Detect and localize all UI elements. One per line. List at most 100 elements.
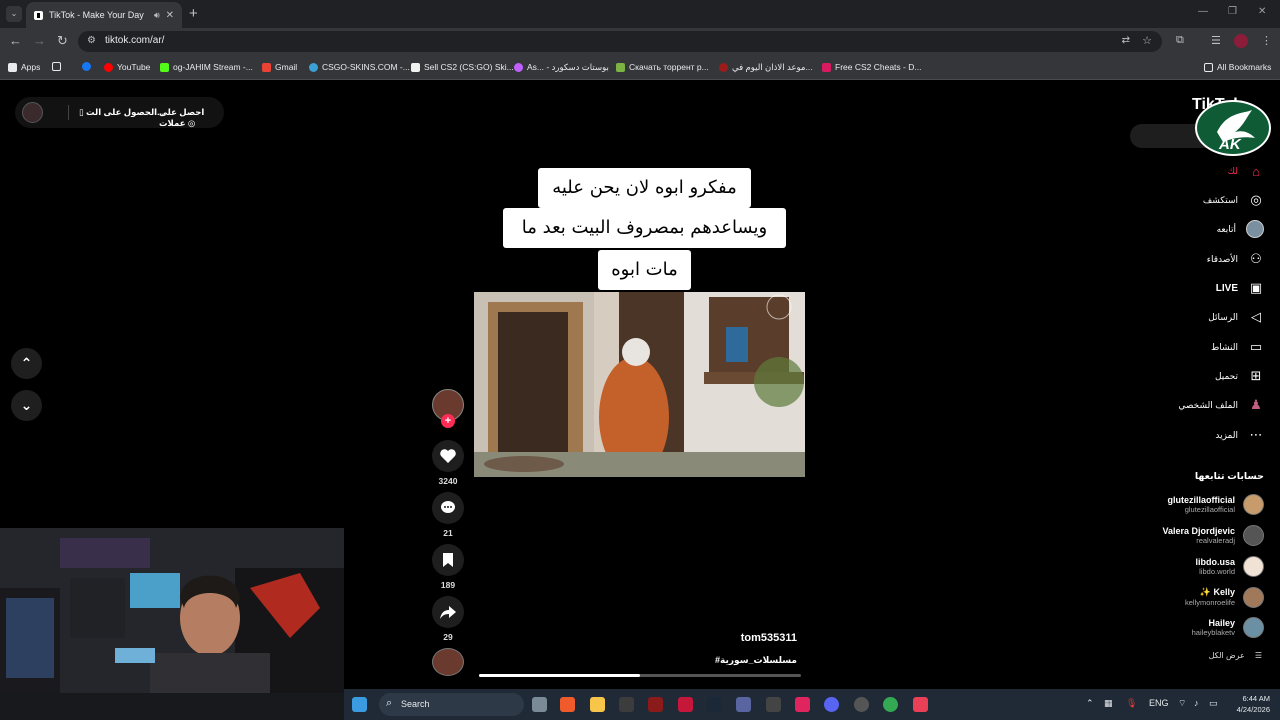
- previous-video-button[interactable]: ⌃: [11, 348, 42, 379]
- avatar: [1243, 524, 1264, 546]
- bookmark-csgo-skins[interactable]: CSGO-SKINS.COM -...: [309, 62, 410, 72]
- discord-icon[interactable]: [824, 697, 839, 712]
- brave-icon[interactable]: [560, 697, 575, 712]
- following-account[interactable]: glutezillaofficial glutezillaofficial: [1167, 492, 1264, 516]
- see-all-link[interactable]: عرض الكل ☰: [1209, 651, 1262, 660]
- nav-activity[interactable]: النشاط ▭: [1211, 337, 1264, 357]
- browser-menu-icon[interactable]: ⋮: [1261, 34, 1272, 47]
- extensions-icon[interactable]: ⧉: [1176, 34, 1184, 47]
- apps-grid-icon: [8, 62, 17, 72]
- taskbar-search[interactable]: ⌕ Search: [379, 693, 524, 716]
- app-a-icon[interactable]: [795, 697, 810, 712]
- avatar: [1243, 555, 1264, 577]
- get-app-link[interactable]: ▯ الحصول على الت...: [79, 107, 164, 118]
- live-icon: ▣: [1249, 280, 1263, 295]
- nav-friends[interactable]: الأصدقاء ⚇: [1207, 249, 1264, 269]
- avatar: [1243, 493, 1264, 515]
- nav-for-you[interactable]: لك ⌂: [1228, 161, 1264, 181]
- bookmark-sell-cs2[interactable]: Sell CS2 (CS:GO) Ski...: [411, 62, 514, 72]
- close-tab-icon[interactable]: ✕: [166, 10, 174, 21]
- bookmark-youtube[interactable]: YouTube: [104, 62, 150, 72]
- nav-more[interactable]: المزيد ⋯: [1215, 425, 1264, 445]
- bookmark-grid[interactable]: [52, 62, 61, 71]
- like-button[interactable]: [432, 440, 464, 472]
- system-clock[interactable]: 6:44 AM 4/24/2026: [1237, 693, 1270, 715]
- get-coins-link[interactable]: احصل على عملات ◎: [159, 107, 224, 129]
- video-username[interactable]: tom535311: [741, 632, 797, 644]
- music-disc-avatar[interactable]: [432, 648, 464, 676]
- restore-icon[interactable]: ❐: [1228, 6, 1237, 17]
- bookmark-prayer-times[interactable]: موعد الاذان اليوم في...: [719, 62, 813, 73]
- bookmark-gmail[interactable]: Gmail: [262, 62, 297, 72]
- bookmark-apps[interactable]: Apps: [8, 62, 40, 72]
- tab-search-button[interactable]: ⌄: [6, 6, 22, 22]
- bookmark-kick[interactable]: og-JAHIM Stream -...: [160, 62, 253, 72]
- forward-icon[interactable]: →: [33, 34, 46, 48]
- next-video-button[interactable]: ⌄: [11, 390, 42, 421]
- app-red-icon[interactable]: [678, 697, 693, 712]
- app-g-icon[interactable]: [619, 697, 634, 712]
- nav-profile[interactable]: الملف الشخصي ♟: [1178, 395, 1264, 415]
- clock-date: 4/24/2026: [1236, 705, 1270, 714]
- bookmark-cs2-cheats[interactable]: Free CS2 Cheats - D...: [822, 62, 921, 72]
- bookmark-discord-posts[interactable]: As... - بوستات دسكورد: [514, 62, 609, 73]
- browser-tab[interactable]: TikTok - Make Your Day 🔊︎ ✕: [26, 2, 182, 28]
- app-circle-icon[interactable]: [854, 697, 869, 712]
- file-explorer-icon[interactable]: [590, 697, 605, 712]
- battery-icon[interactable]: ▭: [1209, 698, 1218, 709]
- bookmark-facebook[interactable]: [82, 62, 91, 71]
- share-button[interactable]: [432, 596, 464, 628]
- nav-following[interactable]: أتابعه: [1217, 219, 1264, 239]
- search-icon: ⌕: [386, 697, 393, 709]
- site-info-icon[interactable]: ⚙: [87, 35, 96, 46]
- microphone-icon[interactable]: 🎙︎: [1126, 698, 1137, 709]
- wifi-icon[interactable]: ⌔: [1178, 698, 1186, 709]
- address-bar[interactable]: ⚙ tiktok.com/ar/ ⇄ ☆: [78, 31, 1162, 52]
- steam-icon[interactable]: [707, 697, 722, 712]
- reading-list-icon[interactable]: ☰: [1211, 34, 1221, 47]
- following-avatar-icon: [1246, 220, 1264, 238]
- grid-icon: [52, 62, 61, 71]
- nav-explore[interactable]: استكشف ◎: [1203, 190, 1264, 210]
- user-avatar[interactable]: [22, 102, 43, 123]
- reload-icon[interactable]: ↻: [57, 34, 68, 48]
- video-player[interactable]: [474, 292, 805, 477]
- home-icon: ⌂: [1252, 163, 1260, 179]
- language-indicator[interactable]: ENG: [1149, 698, 1169, 708]
- app-gear-icon[interactable]: [766, 697, 781, 712]
- translate-icon[interactable]: ⇄: [1122, 35, 1130, 46]
- nav-live[interactable]: LIVE ▣: [1216, 278, 1264, 298]
- back-icon[interactable]: ←: [9, 34, 22, 48]
- app-blue-icon[interactable]: [736, 697, 751, 712]
- chrome-icon[interactable]: [883, 697, 898, 712]
- all-bookmarks[interactable]: All Bookmarks: [1204, 62, 1271, 72]
- task-view-icon[interactable]: [532, 697, 547, 712]
- new-tab-button[interactable]: +: [189, 5, 198, 22]
- follow-plus-button[interactable]: +: [441, 414, 455, 428]
- comment-button[interactable]: [432, 492, 464, 524]
- bookmark-torrent[interactable]: Скачать торрент р...: [616, 62, 709, 72]
- following-account[interactable]: libdo.usa libdo.world: [1195, 554, 1264, 578]
- close-window-icon[interactable]: ✕: [1258, 6, 1266, 17]
- start-icon[interactable]: [352, 697, 367, 712]
- video-progress-bar[interactable]: [479, 674, 801, 677]
- app-pink-icon[interactable]: [913, 697, 928, 712]
- profile-avatar[interactable]: [1234, 34, 1248, 48]
- nav-messages[interactable]: الرسائل ◁: [1208, 307, 1264, 327]
- tray-chevron-icon[interactable]: ⌃: [1086, 698, 1094, 709]
- following-account[interactable]: Hailey haileyblaketv: [1192, 615, 1264, 639]
- bookmark-star-icon[interactable]: ☆: [1142, 34, 1152, 47]
- video-hashtag[interactable]: #مسلسلات_سورية: [715, 655, 797, 666]
- volume-icon[interactable]: ♪: [1194, 698, 1199, 708]
- following-account[interactable]: Valera Djordjevic realvaleradj: [1162, 523, 1264, 547]
- minimize-icon[interactable]: —: [1198, 6, 1208, 17]
- save-button[interactable]: [432, 544, 464, 576]
- heart-icon: [440, 449, 456, 463]
- nav-upload[interactable]: تحميل ⊞: [1215, 366, 1264, 386]
- comment-icon: [441, 501, 455, 513]
- csgo-skins-icon: [309, 62, 318, 72]
- speaker-icon[interactable]: 🔊︎: [154, 10, 160, 21]
- tray-app-icon[interactable]: ▦: [1104, 698, 1113, 709]
- app-triangle-icon[interactable]: [648, 697, 663, 712]
- following-account[interactable]: ✨ Kelly kellymonroelife: [1185, 585, 1264, 609]
